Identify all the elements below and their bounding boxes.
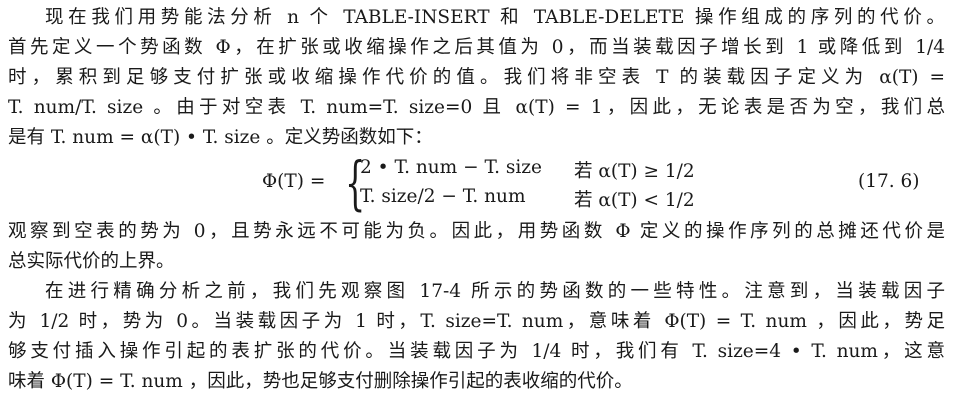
text-line: 够支付插入操作引起的表扩张的代价。当装载因子为 1/4 时，我们有 T. siz… [8, 341, 945, 362]
document-page: 现在我们用势能法分析 n 个 TABLE-INSERT 和 TABLE-DELE… [0, 0, 953, 417]
paragraph-potential-definition: 现在我们用势能法分析 n 个 TABLE-INSERT 和 TABLE-DELE… [8, 3, 945, 153]
text-line: 现在我们用势能法分析 n 个 TABLE-INSERT 和 TABLE-DELE… [45, 7, 945, 28]
paragraph-potential-observation: 观察到空表的势为 0，且势永远不可能为负。因此，用势函数 Φ 定义的操作序列的总… [8, 217, 945, 277]
equation-case2-expr: T. size/2 − T. num [360, 186, 526, 207]
equation-lhs: Φ(T) = [262, 171, 326, 192]
equation-case1-cond: 若 α(T) ≥ 1/2 [574, 161, 695, 182]
equation-case2-cond: 若 α(T) < 1/2 [574, 190, 695, 211]
text-line: 味着 Φ(T) = T. num ，因此，势也足够支付删除操作引起的表收缩的代价… [8, 371, 633, 392]
text-line: 总实际代价的上界。 [8, 251, 175, 272]
paragraph-potential-properties: 在进行精确分析之前，我们先观察图 17-4 所示的势函数的一些特性。注意到，当装… [8, 277, 945, 397]
equation-number: (17. 6) [858, 171, 920, 192]
text-line: 时，累积到足够支付扩张或收缩操作代价的值。我们将非空表 T 的装载因子定义为 α… [8, 67, 945, 88]
text-line: 首先定义一个势函数 Φ，在扩张或收缩操作之后其值为 0，而当装载因子增长到 1 … [8, 37, 945, 58]
text-line: 为 1/2 时，势为 0。当装载因子为 1 时，T. size=T. num，意… [8, 311, 945, 332]
text-line: T. num/T. size 。由于对空表 T. num=T. size=0 且… [8, 97, 945, 118]
text-line: 观察到空表的势为 0，且势永远不可能为负。因此，用势函数 Φ 定义的操作序列的总… [8, 221, 945, 242]
text-line: 是有 T. num = α(T) • T. size 。定义势函数如下： [8, 127, 433, 148]
equation-17-6: Φ(T) = { 2 • T. num − T. size 若 α(T) ≥ 1… [8, 152, 945, 217]
equation-case1-expr: 2 • T. num − T. size [360, 157, 542, 178]
text-line: 在进行精确分析之前，我们先观察图 17-4 所示的势函数的一些特性。注意到，当装… [45, 281, 945, 302]
